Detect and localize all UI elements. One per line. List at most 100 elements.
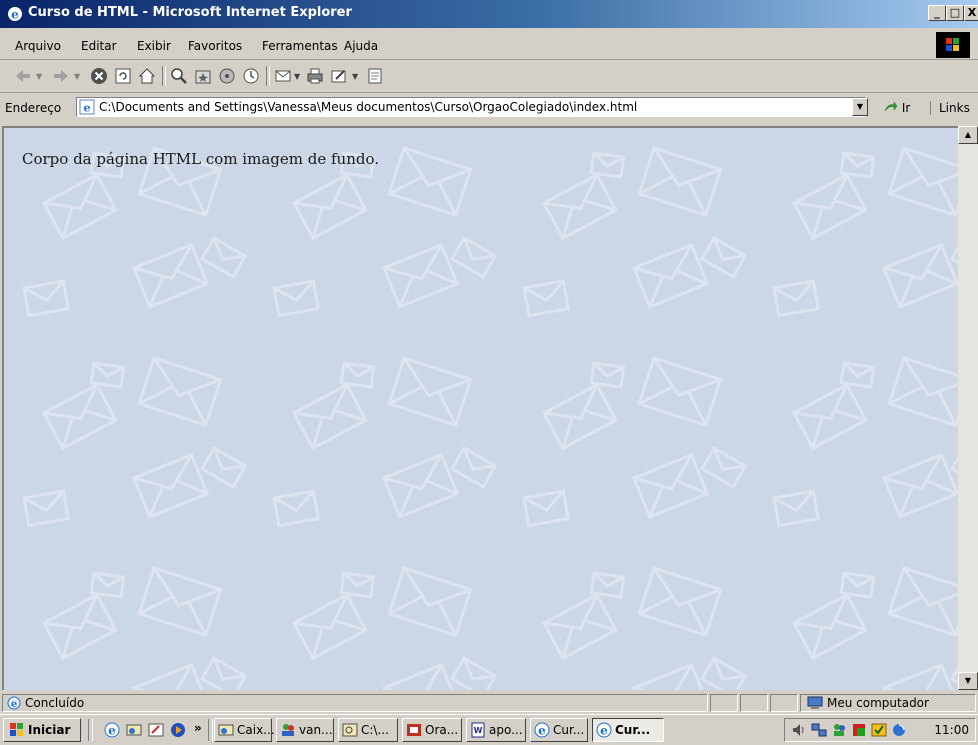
volume-icon[interactable] bbox=[791, 722, 807, 738]
zone-text: Meu computador bbox=[827, 696, 929, 710]
svg-text:e: e bbox=[108, 724, 116, 738]
edit-icon[interactable] bbox=[330, 67, 348, 85]
taskbar-separator bbox=[208, 719, 213, 741]
media-icon[interactable] bbox=[218, 67, 236, 85]
internet-explorer-icon: e bbox=[8, 7, 22, 22]
stop-icon[interactable] bbox=[90, 67, 108, 85]
checkmark-icon[interactable] bbox=[871, 722, 887, 738]
refresh-icon[interactable] bbox=[114, 67, 132, 85]
favorites-icon[interactable] bbox=[194, 67, 212, 85]
vertical-scrollbar[interactable]: ▲ ▼ bbox=[958, 126, 978, 690]
outlook-icon bbox=[218, 724, 234, 736]
status-zone: Meu computador bbox=[800, 694, 976, 712]
network-icon[interactable] bbox=[811, 722, 827, 738]
print-icon[interactable] bbox=[306, 67, 324, 85]
back-dropdown-icon[interactable]: ▼ bbox=[36, 72, 42, 81]
forward-dropdown-icon[interactable]: ▼ bbox=[74, 72, 80, 81]
taskbar-separator bbox=[88, 719, 93, 741]
task-label: Cur... bbox=[615, 723, 651, 737]
taskbar: Iniciar e » Caix... van... C:\... Ora...… bbox=[0, 714, 978, 745]
maximize-button[interactable]: □ bbox=[946, 5, 964, 21]
window-title: Curso de HTML - Microsoft Internet Explo… bbox=[28, 5, 352, 20]
svg-text:e: e bbox=[600, 724, 608, 738]
toolbar-separator bbox=[266, 66, 270, 86]
menu-exibir[interactable]: Exibir bbox=[137, 39, 171, 53]
back-arrow-icon[interactable] bbox=[14, 67, 32, 85]
svg-text:e: e bbox=[11, 8, 19, 22]
standard-toolbar: ▼ ▼ ▼ ▼ bbox=[0, 60, 978, 93]
task-oracle[interactable]: Ora... bbox=[402, 718, 462, 742]
task-vanessa[interactable]: van... bbox=[276, 718, 334, 742]
title-bar[interactable]: e Curso de HTML - Microsoft Internet Exp… bbox=[0, 0, 978, 28]
task-label: van... bbox=[299, 723, 333, 737]
menu-editar[interactable]: Editar bbox=[81, 39, 117, 53]
toolbar-separator bbox=[162, 66, 166, 86]
ie-page-icon: e bbox=[7, 696, 21, 710]
address-label: Endereço bbox=[5, 101, 62, 115]
windows-flag-icon bbox=[946, 38, 959, 51]
explorer-search-icon bbox=[342, 723, 358, 737]
address-dropdown-button[interactable]: ▼ bbox=[852, 98, 868, 116]
search-icon[interactable] bbox=[170, 67, 188, 85]
address-bar: Endereço e C:\Documents and Settings\Van… bbox=[0, 94, 978, 122]
status-main: e Concluído bbox=[2, 694, 708, 712]
task-explorer[interactable]: C:\... bbox=[338, 718, 398, 742]
menu-bar: Arquivo Editar Exibir Favoritos Ferramen… bbox=[0, 31, 978, 60]
scroll-down-button[interactable]: ▼ bbox=[958, 672, 978, 690]
word-document-icon: W bbox=[471, 722, 485, 738]
windows-logo bbox=[936, 32, 970, 58]
svg-text:e: e bbox=[84, 102, 91, 115]
users-icon bbox=[282, 724, 294, 736]
mail-icon[interactable] bbox=[274, 67, 292, 85]
status-bar: e Concluído Meu computador bbox=[0, 692, 978, 714]
status-panel bbox=[710, 694, 738, 712]
page-body-text: Corpo da página HTML com imagem de fundo… bbox=[22, 150, 379, 168]
address-input[interactable]: e C:\Documents and Settings\Vanessa\Meus… bbox=[76, 97, 866, 117]
task-inbox[interactable]: Caix... bbox=[214, 718, 275, 742]
status-panel bbox=[770, 694, 798, 712]
start-label: Iniciar bbox=[28, 723, 71, 737]
task-label: Cur... bbox=[553, 723, 585, 737]
sync-icon[interactable] bbox=[891, 722, 907, 738]
close-button[interactable]: X bbox=[964, 5, 978, 21]
task-label: Ora... bbox=[425, 723, 459, 737]
quicklaunch-ie-icon[interactable]: e bbox=[104, 722, 120, 738]
task-label: Caix... bbox=[237, 723, 275, 737]
task-label: C:\... bbox=[361, 723, 389, 737]
quicklaunch-media-player-icon[interactable] bbox=[170, 722, 186, 738]
task-word[interactable]: W apo... bbox=[466, 718, 526, 742]
start-button[interactable]: Iniciar bbox=[3, 718, 81, 742]
discuss-icon[interactable] bbox=[366, 67, 384, 85]
go-arrow-icon bbox=[884, 101, 898, 112]
menu-ferramentas[interactable]: Ferramentas bbox=[262, 39, 338, 53]
task-label: apo... bbox=[489, 723, 523, 737]
history-icon[interactable] bbox=[242, 67, 260, 85]
go-label: Ir bbox=[901, 101, 911, 115]
task-ie-1[interactable]: e Cur... bbox=[530, 718, 588, 742]
home-icon[interactable] bbox=[138, 67, 156, 85]
quicklaunch-desktop-icon[interactable] bbox=[148, 722, 164, 738]
clock: 11:00 bbox=[934, 723, 969, 737]
oracle-icon bbox=[407, 724, 421, 736]
svg-text:e: e bbox=[11, 699, 17, 710]
quicklaunch-outlook-icon[interactable] bbox=[126, 722, 142, 738]
system-tray: 11:00 bbox=[784, 718, 976, 742]
my-computer-icon bbox=[807, 696, 823, 709]
internet-explorer-icon: e bbox=[596, 722, 612, 738]
svg-text:e: e bbox=[538, 724, 546, 738]
go-button[interactable]: Ir bbox=[884, 101, 910, 115]
links-button[interactable]: Links bbox=[930, 101, 970, 115]
page-viewport[interactable]: Corpo da página HTML com imagem de fundo… bbox=[2, 126, 958, 690]
edit-dropdown-icon[interactable]: ▼ bbox=[352, 72, 358, 81]
forward-arrow-icon[interactable] bbox=[52, 67, 70, 85]
quicklaunch-more-button[interactable]: » bbox=[194, 721, 202, 735]
menu-favoritos[interactable]: Favoritos bbox=[188, 39, 242, 53]
scroll-up-button[interactable]: ▲ bbox=[958, 126, 978, 144]
menu-arquivo[interactable]: Arquivo bbox=[15, 39, 61, 53]
antivirus-icon[interactable] bbox=[851, 722, 867, 738]
minimize-button[interactable]: _ bbox=[928, 5, 946, 21]
messenger-icon[interactable] bbox=[831, 722, 847, 738]
mail-dropdown-icon[interactable]: ▼ bbox=[294, 72, 300, 81]
task-ie-active[interactable]: e Cur... bbox=[592, 718, 664, 742]
menu-ajuda[interactable]: Ajuda bbox=[344, 39, 378, 53]
